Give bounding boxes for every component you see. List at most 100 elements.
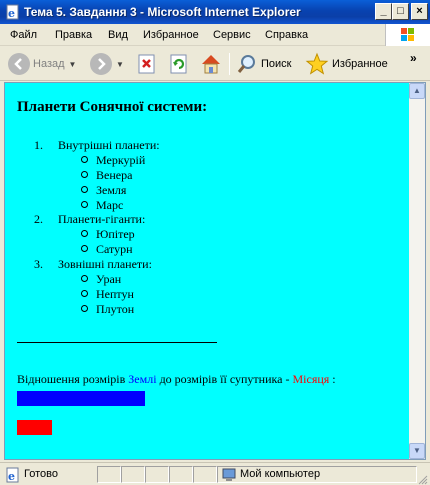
- list-number: 2.: [34, 212, 43, 226]
- browser-viewport: Планети Сонячної системи: 1. Внутрішні пл…: [4, 82, 426, 460]
- svg-text:e: e: [8, 7, 15, 20]
- stop-button[interactable]: [136, 51, 158, 77]
- title-bar[interactable]: e Тема 5. Завдання 3 - Microsoft Interne…: [0, 0, 430, 24]
- ratio-prefix: Відношення розмірів: [17, 372, 129, 386]
- planet-name: Сатурн: [96, 242, 133, 256]
- status-text: Готово: [24, 468, 58, 480]
- forward-button[interactable]: ▼: [90, 51, 124, 77]
- earth-size-bar: [17, 391, 145, 406]
- status-panel: [193, 466, 217, 483]
- earth-word: Землі: [128, 372, 157, 386]
- windows-flag-icon: [401, 28, 414, 41]
- list-item: Земля: [81, 183, 126, 198]
- zone-label: Мой компьютер: [240, 468, 321, 480]
- page-done-icon: e: [6, 467, 19, 483]
- circle-bullet-icon: [81, 201, 88, 208]
- menu-favorites[interactable]: Избранное: [143, 29, 199, 41]
- circle-bullet-icon: [81, 245, 88, 252]
- status-bar: e Готово Мой компьютер: [0, 462, 430, 485]
- ratio-middle: до розмірів її супутника -: [156, 372, 293, 386]
- list-item-group-1: 1. Внутрішні планети:: [34, 138, 160, 153]
- search-button[interactable]: Поиск: [236, 51, 291, 77]
- status-panel: [97, 466, 121, 483]
- list-number: 3.: [34, 257, 43, 271]
- favorites-star-icon: [305, 52, 329, 75]
- horizontal-rule: [17, 342, 217, 343]
- back-button[interactable]: Назад ▼: [8, 51, 76, 77]
- my-computer-icon: [222, 468, 236, 481]
- planet-name: Уран: [96, 272, 122, 286]
- svg-text:e: e: [8, 470, 15, 483]
- refresh-button[interactable]: [168, 51, 190, 77]
- menu-file[interactable]: Файл: [10, 29, 37, 41]
- list-item: Марс: [81, 198, 123, 213]
- moon-word: Місяця: [292, 372, 330, 386]
- refresh-icon: [170, 54, 187, 74]
- list-item: Меркурій: [81, 153, 145, 168]
- list-item-group-2: 2. Планети-гіганти:: [34, 212, 145, 227]
- toolbar-separator: [229, 53, 230, 75]
- list-item-group-3: 3. Зовнішні планети:: [34, 257, 152, 272]
- planet-name: Меркурій: [96, 153, 146, 167]
- menu-help[interactable]: Справка: [265, 29, 308, 41]
- planet-name: Марс: [96, 198, 124, 212]
- forward-arrow-icon: [90, 53, 112, 75]
- list-item: Нептун: [81, 287, 134, 302]
- list-item: Юпітер: [81, 227, 135, 242]
- toolbar: Назад ▼ ▼ Поиск Избранное »: [0, 47, 430, 81]
- page-heading: Планети Сонячної системи:: [17, 99, 208, 115]
- window-title: Тема 5. Завдання 3 - Microsoft Internet …: [24, 5, 301, 19]
- back-arrow-icon: [8, 53, 30, 75]
- group-label: Зовнішні планети:: [58, 257, 152, 271]
- circle-bullet-icon: [81, 171, 88, 178]
- status-panel: [145, 466, 169, 483]
- planet-name: Земля: [96, 183, 127, 197]
- ratio-suffix: :: [329, 372, 336, 386]
- moon-size-bar: [17, 420, 52, 435]
- ratio-text: Відношення розмірів Землі до розмірів її…: [17, 372, 336, 387]
- list-item: Венера: [81, 168, 132, 183]
- close-button[interactable]: ×: [411, 3, 428, 20]
- windows-logo: [385, 24, 430, 46]
- group-label: Планети-гіганти:: [58, 212, 146, 226]
- scroll-down-arrow-icon[interactable]: ▼: [409, 443, 425, 459]
- list-number: 1.: [34, 138, 43, 152]
- menu-bar: Файл Правка Вид Избранное Сервис Справка: [0, 24, 430, 46]
- list-item: Сатурн: [81, 242, 133, 257]
- menu-tools[interactable]: Сервис: [213, 29, 251, 41]
- search-label: Поиск: [261, 58, 292, 70]
- home-icon: [202, 55, 220, 74]
- group-label: Внутрішні планети:: [58, 138, 160, 152]
- back-label: Назад: [33, 58, 65, 70]
- resize-grip-icon[interactable]: [416, 473, 428, 485]
- planet-name: Плутон: [96, 302, 135, 316]
- circle-bullet-icon: [81, 230, 88, 237]
- stop-icon: [138, 54, 155, 74]
- status-panel: [169, 466, 193, 483]
- planet-name: Венера: [96, 168, 133, 182]
- search-icon: [237, 55, 255, 73]
- favorites-label: Избранное: [332, 58, 388, 70]
- list-item: Уран: [81, 272, 121, 287]
- ie-page-icon: e: [6, 4, 19, 20]
- planet-name: Юпітер: [96, 227, 135, 241]
- circle-bullet-icon: [81, 290, 88, 297]
- page-content: Планети Сонячної системи: 1. Внутрішні пл…: [5, 83, 409, 459]
- scroll-up-arrow-icon[interactable]: ▲: [409, 83, 425, 99]
- vertical-scrollbar[interactable]: ▲ ▼: [409, 83, 425, 459]
- menu-edit[interactable]: Правка: [55, 29, 92, 41]
- maximize-button[interactable]: □: [392, 3, 409, 20]
- toolbar-overflow-chevron[interactable]: »: [410, 51, 417, 65]
- list-item: Плутон: [81, 302, 134, 317]
- circle-bullet-icon: [81, 305, 88, 312]
- home-button[interactable]: [199, 51, 223, 77]
- menu-view[interactable]: Вид: [108, 29, 128, 41]
- status-panel: [121, 466, 145, 483]
- back-dropdown-icon[interactable]: ▼: [69, 60, 77, 69]
- favorites-button[interactable]: Избранное: [305, 51, 388, 77]
- minimize-button[interactable]: _: [375, 3, 392, 20]
- circle-bullet-icon: [81, 156, 88, 163]
- forward-dropdown-icon[interactable]: ▼: [116, 60, 124, 69]
- planet-name: Нептун: [96, 287, 134, 301]
- circle-bullet-icon: [81, 275, 88, 282]
